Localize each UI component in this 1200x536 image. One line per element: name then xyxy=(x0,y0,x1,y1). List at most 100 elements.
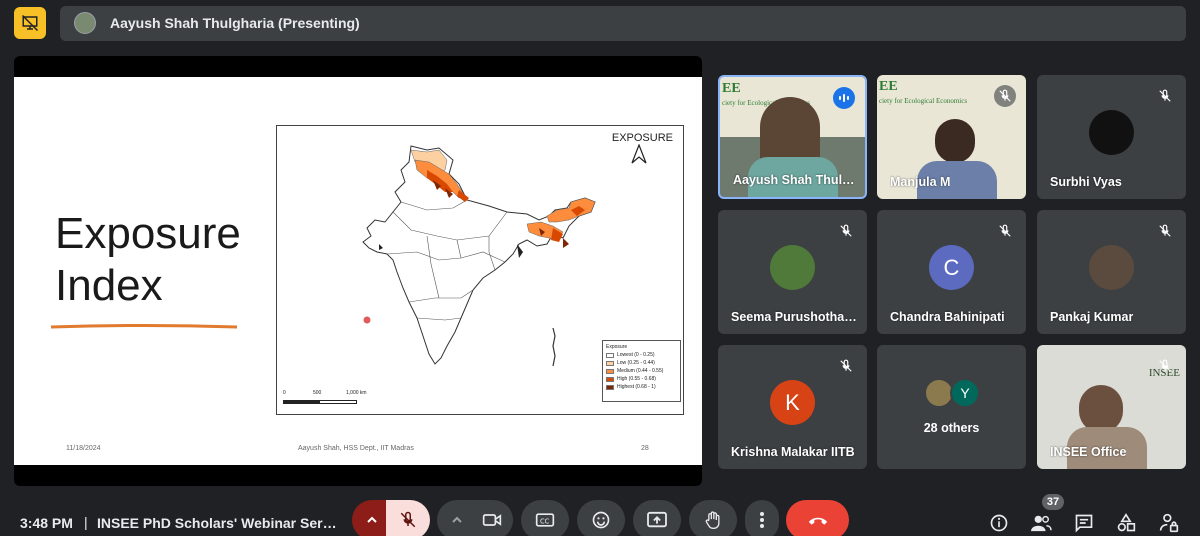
meeting-details-button[interactable] xyxy=(988,512,1010,534)
mic-off-icon xyxy=(1159,359,1171,372)
people-count-badge: 37 xyxy=(1042,494,1064,510)
people-button[interactable] xyxy=(1030,512,1052,534)
slide-page-number: 28 xyxy=(641,445,649,452)
backdrop-subtext: ciety for Ecological Economics xyxy=(879,97,968,105)
chat-icon xyxy=(1075,514,1093,533)
mic-off-icon xyxy=(840,359,852,372)
reactions-button[interactable] xyxy=(577,500,625,536)
clock: 3:48 PM xyxy=(20,515,73,531)
more-vert-icon xyxy=(760,512,764,528)
emoji-icon xyxy=(592,511,610,529)
others-tile[interactable]: Y 28 others xyxy=(877,345,1026,469)
legend-swatch xyxy=(606,368,614,374)
audio-wave-icon xyxy=(839,94,849,102)
participant-tile[interactable]: EE ciety for Ecological Economics Manjul… xyxy=(877,75,1026,199)
north-arrow-icon xyxy=(631,144,647,164)
others-count: 28 others xyxy=(923,421,980,435)
mic-off-indicator xyxy=(1154,85,1176,107)
separator: | xyxy=(84,514,88,530)
end-call-icon xyxy=(808,517,827,525)
legend-item: Medium (0.44 - 0.55) xyxy=(606,368,677,374)
video-feed xyxy=(1079,385,1123,433)
scale-bar-line xyxy=(283,400,357,404)
scale-bar: 0 500 1,000 km xyxy=(283,390,393,410)
slide-author: Aayush Shah, HSS Dept., IIT Madras xyxy=(298,445,414,452)
map-legend: Exposure Lowest (0 - 0.25) Low (0.25 - 0… xyxy=(602,340,681,402)
participant-tile[interactable]: EE ciety for Ecological Economics Aayush… xyxy=(718,75,867,199)
captions-button[interactable]: CC xyxy=(521,500,569,536)
participant-name: Aayush Shah Thulgharia xyxy=(733,173,861,187)
slide-date: 11/18/2024 xyxy=(66,445,101,452)
camera-icon xyxy=(482,514,502,526)
legend-label: Low (0.25 - 0.44) xyxy=(617,360,655,366)
meeting-title: INSEE PhD Scholars' Webinar Series xyxy=(97,515,340,531)
legend-swatch xyxy=(606,360,614,366)
mic-off-indicator xyxy=(1154,355,1176,377)
mic-off-indicator xyxy=(835,355,857,377)
title-underline xyxy=(50,324,238,329)
legend-heading: Exposure xyxy=(606,344,628,350)
legend-label: Medium (0.44 - 0.55) xyxy=(617,368,664,374)
mic-off-icon xyxy=(840,224,852,237)
participant-name: Surbhi Vyas xyxy=(1050,175,1122,189)
avatar: Y xyxy=(950,378,980,408)
activities-button[interactable] xyxy=(1115,512,1137,534)
mic-off-icon xyxy=(1159,89,1171,102)
avatar: C xyxy=(929,245,974,290)
participant-tile[interactable]: Pankaj Kumar xyxy=(1037,210,1186,334)
slide-title-line1: Exposure xyxy=(55,209,241,258)
legend-item: Low (0.25 - 0.44) xyxy=(606,360,677,366)
camera-toggle-button[interactable] xyxy=(471,500,513,536)
presentation-off-icon xyxy=(21,14,39,32)
present-button[interactable] xyxy=(633,500,681,536)
avatar xyxy=(1089,245,1134,290)
legend-item: Lowest (0 - 0.25) xyxy=(606,352,677,358)
captions-icon: CC xyxy=(535,513,555,527)
chevron-up-icon xyxy=(367,516,377,523)
legend-item: High (0.55 - 0.68) xyxy=(606,376,677,382)
participant-tile[interactable]: INSEE INSEE Office xyxy=(1037,345,1186,469)
legend-swatch xyxy=(606,352,614,358)
mic-off-indicator xyxy=(994,85,1016,107)
hide-layout-button[interactable] xyxy=(14,7,46,39)
leave-call-button[interactable] xyxy=(786,500,849,536)
india-map xyxy=(362,145,596,367)
scale-tick-500: 500 xyxy=(313,390,322,396)
legend-label: Lowest (0 - 0.25) xyxy=(617,352,655,358)
slide-title: Exposure Index xyxy=(55,208,241,312)
participant-tile[interactable]: K Krishna Malakar IITB xyxy=(718,345,867,469)
avatar xyxy=(770,245,815,290)
hand-icon xyxy=(705,511,720,529)
speaking-indicator xyxy=(833,87,855,109)
shapes-icon xyxy=(1117,513,1136,532)
host-controls-button[interactable] xyxy=(1158,512,1180,534)
legend-swatch xyxy=(606,384,614,390)
avatar-initial: K xyxy=(785,389,800,415)
presentation-stage[interactable]: Exposure Index EXPOSURE Exposure Lowest … xyxy=(14,56,702,486)
slide-title-line2: Index xyxy=(55,261,163,310)
map-figure: EXPOSURE Exposure Lowest (0 - 0.25) Low … xyxy=(276,125,684,415)
more-options-button[interactable] xyxy=(745,500,779,536)
participant-name: Pankaj Kumar xyxy=(1050,310,1134,324)
avatar xyxy=(74,12,96,34)
mic-toggle-button[interactable] xyxy=(386,500,430,536)
chat-button[interactable] xyxy=(1073,512,1095,534)
participant-tile[interactable]: C Chandra Bahinipati xyxy=(877,210,1026,334)
lock-person-icon xyxy=(1159,513,1179,533)
mic-off-icon xyxy=(400,511,416,528)
mic-off-indicator xyxy=(1154,220,1176,242)
backdrop-text: EE xyxy=(879,79,898,94)
presenter-name: Aayush Shah Thulgharia (Presenting) xyxy=(110,15,360,31)
mic-off-icon xyxy=(999,89,1011,102)
legend-swatch xyxy=(606,376,614,382)
people-icon xyxy=(1031,515,1052,532)
avatar: K xyxy=(770,380,815,425)
chevron-up-icon xyxy=(452,516,462,523)
participant-tile[interactable]: Surbhi Vyas xyxy=(1037,75,1186,199)
legend-label: Highest (0.68 - 1) xyxy=(617,384,656,390)
video-feed xyxy=(935,119,975,163)
avatar-initial: C xyxy=(943,254,960,280)
raise-hand-button[interactable] xyxy=(689,500,737,536)
participant-tile[interactable]: Seema Purushothaman xyxy=(718,210,867,334)
slide: Exposure Index EXPOSURE Exposure Lowest … xyxy=(14,77,702,465)
